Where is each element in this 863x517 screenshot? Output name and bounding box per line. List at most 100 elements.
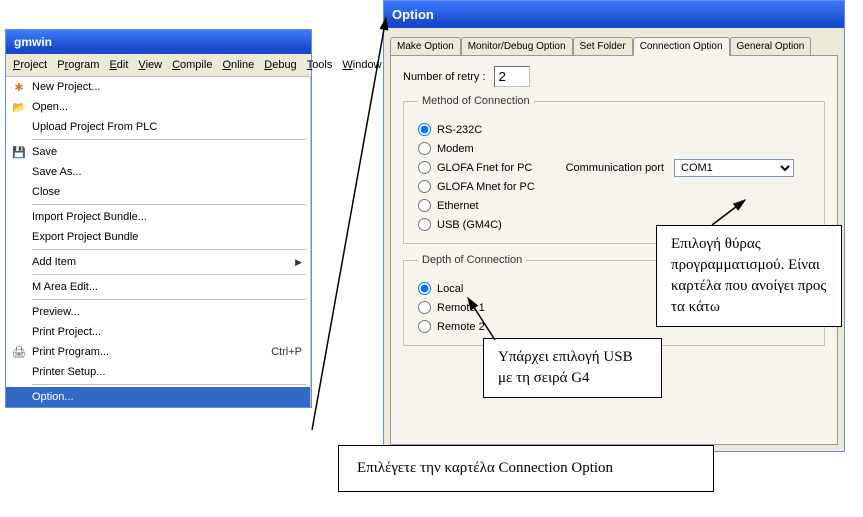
label: Print Project... xyxy=(32,326,101,338)
option-title: Option xyxy=(392,7,434,22)
menu-item-printer-setup[interactable]: Printer Setup... xyxy=(6,362,310,382)
label: Export Project Bundle xyxy=(32,231,138,243)
comm-port-row: Communication port COM1 xyxy=(566,159,794,177)
project-menu-dropdown: ✱ New Project... 📂 Open... Upload Projec… xyxy=(6,77,311,407)
comm-port-select[interactable]: COM1 xyxy=(674,159,794,177)
menu-item-new-project[interactable]: ✱ New Project... xyxy=(6,77,310,97)
menu-project[interactable]: Project xyxy=(8,57,52,73)
radio-usb[interactable] xyxy=(418,218,431,231)
radio-ethernet-label: Ethernet xyxy=(437,200,479,212)
menu-item-open[interactable]: 📂 Open... xyxy=(6,97,310,117)
menu-item-save[interactable]: 💾 Save xyxy=(6,142,310,162)
radio-remote1[interactable] xyxy=(418,301,431,314)
tab-connection-option[interactable]: Connection Option xyxy=(633,37,730,56)
label: Close xyxy=(32,186,60,198)
method-legend: Method of Connection xyxy=(418,95,534,107)
tab-make-option[interactable]: Make Option xyxy=(390,37,461,56)
menu-item-print-project[interactable]: Print Project... xyxy=(6,322,310,342)
print-icon: 🖨 xyxy=(12,345,26,359)
label: Option... xyxy=(32,391,74,403)
radio-remote1-label: Remote 1 xyxy=(437,302,485,314)
label: Preview... xyxy=(32,306,80,318)
open-icon: 📂 xyxy=(12,100,26,114)
menu-online[interactable]: Online xyxy=(217,57,259,73)
radio-rs232c-label: RS-232C xyxy=(437,124,482,136)
menu-item-m-area-edit[interactable]: M Area Edit... xyxy=(6,277,310,297)
method-fieldset: Method of Connection RS-232C Modem GLOFA… xyxy=(403,95,825,244)
label: M Area Edit... xyxy=(32,281,98,293)
option-titlebar: Option xyxy=(384,1,844,28)
radio-modem-row[interactable]: Modem xyxy=(418,142,810,155)
callout-bottom: Επιλέγετε την καρτέλα Connection Option xyxy=(338,445,714,492)
gmwin-titlebar: gmwin xyxy=(6,30,311,54)
radio-modem[interactable] xyxy=(418,142,431,155)
label: Print Program... xyxy=(32,346,109,358)
option-tabs: Make Option Monitor/Debug Option Set Fol… xyxy=(390,36,838,55)
label: Printer Setup... xyxy=(32,366,105,378)
separator xyxy=(32,299,306,300)
radio-fnet-label: GLOFA Fnet for PC xyxy=(437,162,532,174)
separator xyxy=(32,139,306,140)
label: Add Item xyxy=(32,256,76,268)
radio-mnet-label: GLOFA Mnet for PC xyxy=(437,181,535,193)
callout-port: Επιλογή θύρας προγραμματισμού. Είναι καρ… xyxy=(656,225,842,327)
menu-item-close[interactable]: Close xyxy=(6,182,310,202)
menu-tools[interactable]: Tools xyxy=(302,57,338,73)
menu-item-print-program[interactable]: 🖨 Print Program... Ctrl+P xyxy=(6,342,310,362)
submenu-arrow-icon: ▶ xyxy=(295,257,302,268)
separator xyxy=(32,249,306,250)
tab-set-folder[interactable]: Set Folder xyxy=(573,37,633,56)
label: Import Project Bundle... xyxy=(32,211,147,223)
new-project-icon: ✱ xyxy=(12,80,26,94)
label: Save As... xyxy=(32,166,82,178)
retry-row: Number of retry : xyxy=(403,66,825,87)
tab-monitor-debug-option[interactable]: Monitor/Debug Option xyxy=(461,37,573,56)
radio-rs232c[interactable] xyxy=(418,123,431,136)
separator xyxy=(32,384,306,385)
radio-mnet[interactable] xyxy=(418,180,431,193)
menu-edit[interactable]: Edit xyxy=(104,57,133,73)
menu-compile[interactable]: Compile xyxy=(167,57,217,73)
radio-rs232c-row[interactable]: RS-232C xyxy=(418,123,810,136)
menu-item-export-bundle[interactable]: Export Project Bundle xyxy=(6,227,310,247)
radio-fnet[interactable] xyxy=(418,161,431,174)
label: Save xyxy=(32,146,57,158)
label: Upload Project From PLC xyxy=(32,121,157,133)
menu-item-add-item[interactable]: Add Item ▶ xyxy=(6,252,310,272)
comm-port-label: Communication port xyxy=(566,162,664,174)
menu-item-save-as[interactable]: Save As... xyxy=(6,162,310,182)
retry-input[interactable] xyxy=(494,66,530,87)
separator xyxy=(32,274,306,275)
radio-usb-label: USB (GM4C) xyxy=(437,219,502,231)
radio-ethernet-row[interactable]: Ethernet xyxy=(418,199,810,212)
radio-modem-label: Modem xyxy=(437,143,474,155)
label: New Project... xyxy=(32,81,100,93)
shortcut: Ctrl+P xyxy=(271,346,302,358)
menu-item-import-bundle[interactable]: Import Project Bundle... xyxy=(6,207,310,227)
menu-item-preview[interactable]: Preview... xyxy=(6,302,310,322)
gmwin-title: gmwin xyxy=(14,35,52,49)
separator xyxy=(32,204,306,205)
gmwin-window: gmwin Project Program Edit View Compile … xyxy=(5,29,312,408)
radio-local-label: Local xyxy=(437,283,463,295)
radio-mnet-row[interactable]: GLOFA Mnet for PC xyxy=(418,180,810,193)
callout-port-text: Επιλογή θύρας προγραμματισμού. Είναι καρ… xyxy=(671,236,826,315)
radio-ethernet[interactable] xyxy=(418,199,431,212)
menu-item-upload[interactable]: Upload Project From PLC xyxy=(6,117,310,137)
label: Open... xyxy=(32,101,68,113)
save-icon: 💾 xyxy=(12,145,26,159)
tab-general-option[interactable]: General Option xyxy=(730,37,812,56)
radio-local[interactable] xyxy=(418,282,431,295)
menu-view[interactable]: View xyxy=(133,57,167,73)
radio-remote2-label: Remote 2 xyxy=(437,321,485,333)
callout-usb: Υπάρχει επιλογή USB με τη σειρά G4 xyxy=(483,338,662,398)
callout-usb-text: Υπάρχει επιλογή USB με τη σειρά G4 xyxy=(498,349,633,386)
menu-debug[interactable]: Debug xyxy=(259,57,301,73)
menubar: Project Program Edit View Compile Online… xyxy=(6,54,311,77)
menu-program[interactable]: Program xyxy=(52,57,104,73)
menu-item-option[interactable]: Option... xyxy=(6,387,310,407)
retry-label: Number of retry : xyxy=(403,71,486,83)
radio-remote2[interactable] xyxy=(418,320,431,333)
depth-legend: Depth of Connection xyxy=(418,254,526,266)
menu-window[interactable]: Window xyxy=(337,57,386,73)
